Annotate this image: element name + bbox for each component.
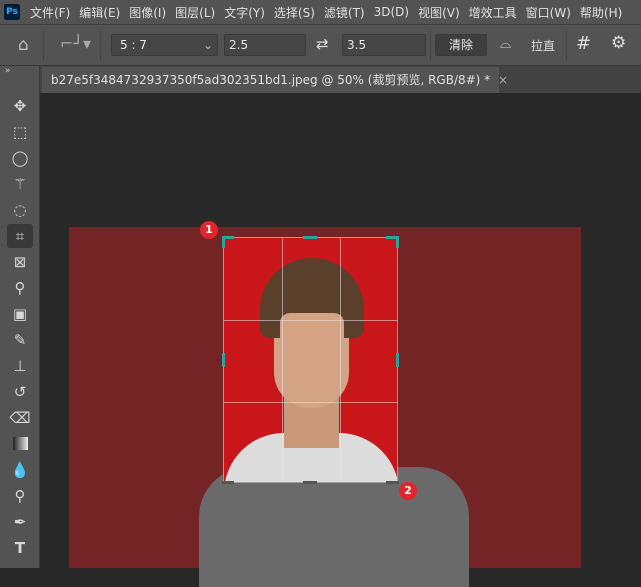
menu-layer[interactable]: 图层(L) <box>175 4 215 21</box>
menu-filter[interactable]: 滤镜(T) <box>324 4 365 21</box>
clear-button[interactable]: 清除 <box>435 34 487 56</box>
height-input[interactable]: 3.5 <box>342 34 426 56</box>
crop-handle-right[interactable] <box>396 353 399 367</box>
eraser-tool-icon[interactable]: ⌫ <box>7 406 33 430</box>
crop-handle-top-left-v[interactable] <box>222 236 225 248</box>
menu-select[interactable]: 选择(S) <box>274 4 315 21</box>
menu-plugins[interactable]: 增效工具 <box>469 4 517 21</box>
width-input[interactable]: 2.5 <box>224 34 306 56</box>
photoshop-logo: Ps <box>4 4 20 20</box>
straighten-icon[interactable]: ⌓ <box>500 36 511 52</box>
close-tab-icon[interactable]: × <box>498 73 508 87</box>
move-tool-icon[interactable]: ✥ <box>7 94 33 118</box>
eyedropper-tool-icon[interactable]: ⚲ <box>7 276 33 300</box>
pen-tool-icon[interactable]: ✒ <box>7 510 33 534</box>
menu-file[interactable]: 文件(F) <box>30 4 70 21</box>
straighten-button[interactable]: 拉直 <box>531 37 555 54</box>
grid-overlay-icon[interactable]: # <box>576 33 591 54</box>
menu-3d[interactable]: 3D(D) <box>374 5 409 19</box>
crop-handle-top-right-v[interactable] <box>396 236 399 248</box>
forehead <box>280 313 344 343</box>
crop-area[interactable] <box>223 237 398 483</box>
expand-icon[interactable]: » <box>5 66 11 76</box>
crop-handle-left[interactable] <box>222 353 225 367</box>
brush-tool-icon[interactable]: ✎ <box>7 328 33 352</box>
gradient-tool-icon[interactable] <box>7 432 33 456</box>
crop-preset-icon[interactable]: ⌐┘▾ <box>60 34 91 53</box>
tools-panel: » ✥ ⬚ ◯ ⚚ ◌ ⌗ ⊠ ⚲ ▣ ✎ ⊥ ↺ ⌫ 💧 ⚲ ✒ T <box>0 66 40 568</box>
shirt-dimmed <box>199 467 469 587</box>
marquee-tool-icon[interactable]: ⬚ <box>7 120 33 144</box>
options-bar: ⌂ ⌐┘▾ 5 : 7 ⌄ 2.5 ⇄ 3.5 清除 ⌓ 拉直 # ⚙ <box>0 24 641 66</box>
stamp-tool-icon[interactable]: ⊥ <box>7 354 33 378</box>
crop-handle-bottom-left[interactable] <box>222 481 234 484</box>
quick-selection-tool-icon[interactable]: ◌ <box>7 198 33 222</box>
menu-bar: Ps 文件(F) 编辑(E) 图像(I) 图层(L) 文字(Y) 选择(S) 滤… <box>0 0 641 24</box>
frame-tool-icon[interactable]: ⊠ <box>7 250 33 274</box>
healing-tool-icon[interactable]: ▣ <box>7 302 33 326</box>
document-tabs: b27e5f3484732937350f5ad302351bd1.jpeg @ … <box>40 66 641 93</box>
crop-tool-icon[interactable]: ⌗ <box>7 224 33 248</box>
history-brush-tool-icon[interactable]: ↺ <box>7 380 33 404</box>
gear-icon[interactable]: ⚙ <box>611 33 626 53</box>
document-tab-title: b27e5f3484732937350f5ad302351bd1.jpeg @ … <box>51 73 491 87</box>
menu-type[interactable]: 文字(Y) <box>224 4 265 21</box>
ratio-value: 5 : 7 <box>120 38 147 52</box>
dodge-tool-icon[interactable]: ⚲ <box>7 484 33 508</box>
annotation-marker-1: 1 <box>200 221 218 239</box>
chevron-down-icon: ⌄ <box>202 38 213 52</box>
ratio-select[interactable]: 5 : 7 ⌄ <box>111 34 218 56</box>
lasso-tool-icon[interactable]: ◯ <box>7 146 33 170</box>
menu-window[interactable]: 窗口(W) <box>526 4 571 21</box>
menu-edit[interactable]: 编辑(E) <box>79 4 120 21</box>
crop-handle-bottom[interactable] <box>303 481 317 484</box>
crop-handle-bottom-right[interactable] <box>386 481 399 484</box>
blur-tool-icon[interactable]: 💧 <box>7 458 33 482</box>
crop-handle-top[interactable] <box>303 236 317 239</box>
menu-help[interactable]: 帮助(H) <box>580 4 622 21</box>
annotation-marker-2: 2 <box>399 482 417 500</box>
type-tool-icon[interactable]: T <box>7 536 33 560</box>
document-tab[interactable]: b27e5f3484732937350f5ad302351bd1.jpeg @ … <box>42 67 508 93</box>
menu-image[interactable]: 图像(I) <box>129 4 166 21</box>
menu-view[interactable]: 视图(V) <box>418 4 460 21</box>
home-icon[interactable]: ⌂ <box>18 35 29 55</box>
swap-icon[interactable]: ⇄ <box>316 35 329 53</box>
magic-wand-tool-icon[interactable]: ⚚ <box>7 172 33 196</box>
